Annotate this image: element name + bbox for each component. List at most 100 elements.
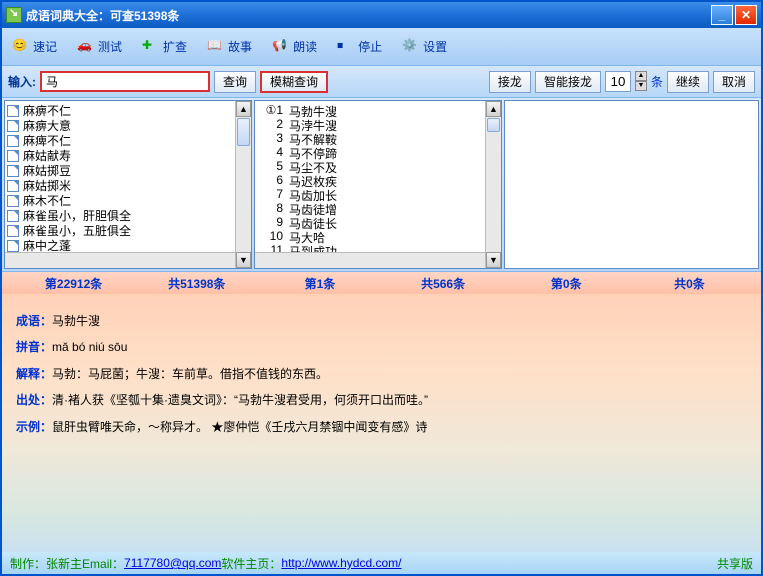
detail-pane: 成语：马勃牛溲 拼音：mǎ bó niú sōu 解释：马勃：马屁菌；牛溲：车前… <box>2 294 761 552</box>
continue-button[interactable]: 继续 <box>667 71 709 93</box>
status-f: 共0条 <box>628 275 751 292</box>
toolbar: 😊速记 🚗测试 ✚扩查 📖故事 📢朗读 ⏹停止 ⚙️设置 <box>2 28 761 66</box>
list-item[interactable]: 麻痹不仁 <box>5 103 251 118</box>
mid-scrollbar[interactable]: ▲▼ <box>485 101 501 268</box>
doc-icon <box>7 120 19 132</box>
mid-hscrollbar[interactable] <box>255 252 485 268</box>
input-bar: 输入: 查询 模糊查询 接龙 智能接龙 ▲▼ 条 继续 取消 <box>2 66 761 98</box>
input-label: 输入: <box>8 73 36 90</box>
list-item-num: 9 <box>259 215 283 229</box>
list-item-num: ①1 <box>259 103 283 117</box>
mid-list[interactable]: ①1 马勃牛溲2马浡牛溲3 马不解鞍4马不停蹄5 马尘不及 6 马迟枚疾 7 马齿加长 8 马齿徒… <box>255 101 501 259</box>
status-b: 共51398条 <box>135 275 258 292</box>
list-item[interactable]: 8 马齿徒增 <box>259 201 497 215</box>
list-item[interactable]: 9 马齿徒长 <box>259 215 497 229</box>
list-item-label: 马齿徒长 <box>289 215 337 229</box>
list-item-label: 马不停蹄 <box>289 145 337 159</box>
doc-icon <box>7 225 19 237</box>
count-spinner[interactable]: ▲▼ <box>635 71 647 92</box>
explain-value: 马勃：马屁菌；牛溲：车前草。借指不值钱的东西。 <box>52 367 328 381</box>
list-item[interactable]: 麻木不仁 <box>5 193 251 208</box>
list-item[interactable]: 7 马齿加长 <box>259 187 497 201</box>
list-item[interactable]: 4马不停蹄 <box>259 145 497 159</box>
toolbar-stop[interactable]: ⏹停止 <box>337 38 382 56</box>
status-d: 共566条 <box>382 275 505 292</box>
list-item[interactable]: ①1 马勃牛溲 <box>259 103 497 117</box>
list-item-label: 马齿徒增 <box>289 201 337 215</box>
list-item[interactable]: 3 马不解鞍 <box>259 131 497 145</box>
right-pane <box>504 100 759 269</box>
toolbar-expand[interactable]: ✚扩查 <box>142 38 187 56</box>
list-item-num: 6 <box>259 173 283 187</box>
doc-icon <box>7 210 19 222</box>
list-item-num: 5 <box>259 159 283 173</box>
list-item-label: 马齿加长 <box>289 187 337 201</box>
list-item[interactable]: 麻雀虽小，五脏俱全 <box>5 223 251 238</box>
list-item-label: 马迟枚疾 <box>289 173 337 187</box>
list-item-num: 3 <box>259 131 283 145</box>
left-scrollbar[interactable]: ▲▼ <box>235 101 251 268</box>
author-label: 制作： <box>10 555 46 572</box>
list-item-label: 马浡牛溲 <box>289 117 337 131</box>
list-item[interactable]: 麻姑掷米 <box>5 178 251 193</box>
idiom-label: 成语： <box>16 314 52 328</box>
doc-icon <box>7 240 19 252</box>
doc-icon <box>7 195 19 207</box>
list-item-label: 马大哈 <box>289 229 325 243</box>
left-list[interactable]: 麻痹不仁麻痹大意麻痺不仁麻姑献寿麻姑掷豆麻姑掷米麻木不仁麻雀虽小，肝胆俱全麻雀虽… <box>5 101 251 269</box>
list-item[interactable]: 麻痹大意 <box>5 118 251 133</box>
list-item[interactable]: 5 马尘不及 <box>259 159 497 173</box>
list-item-label: 马勃牛溲 <box>289 103 337 117</box>
chain-button[interactable]: 接龙 <box>489 71 531 93</box>
fuzzy-query-button[interactable]: 模糊查询 <box>260 71 328 93</box>
list-item[interactable]: 10 马大哈 <box>259 229 497 243</box>
idiom-value: 马勃牛溲 <box>52 314 100 328</box>
mid-pane: ①1 马勃牛溲2马浡牛溲3 马不解鞍4马不停蹄5 马尘不及 6 马迟枚疾 7 马齿加长 8 马齿徒… <box>254 100 502 269</box>
query-button[interactable]: 查询 <box>214 71 256 93</box>
source-label: 出处： <box>16 393 52 407</box>
pinyin-label: 拼音： <box>16 340 52 354</box>
app-icon <box>6 7 22 23</box>
footer: 制作： 张新主 Email： 7117780@qq.com 软件主页： http… <box>2 552 761 574</box>
doc-icon <box>7 135 19 147</box>
toolbar-story[interactable]: 📖故事 <box>207 38 252 56</box>
email-link[interactable]: 7117780@qq.com <box>124 556 221 570</box>
example-label: 示例： <box>16 420 52 434</box>
list-item[interactable]: 2马浡牛溲 <box>259 117 497 131</box>
smart-chain-button[interactable]: 智能接龙 <box>535 71 601 93</box>
list-item-num: 8 <box>259 201 283 215</box>
status-a: 第22912条 <box>12 275 135 292</box>
close-button[interactable]: ✕ <box>735 5 757 25</box>
list-item-label: 马不解鞍 <box>289 131 337 145</box>
count-input[interactable] <box>605 71 631 92</box>
list-item[interactable]: 6 马迟枚疾 <box>259 173 497 187</box>
doc-icon <box>7 150 19 162</box>
explain-label: 解释： <box>16 367 52 381</box>
window-title: 成语词典大全：可查51398条 <box>26 7 711 24</box>
doc-icon <box>7 180 19 192</box>
app-window: 成语词典大全：可查51398条 _ ✕ 😊速记 🚗测试 ✚扩查 📖故事 📢朗读 … <box>0 0 763 576</box>
site-label: 软件主页： <box>221 555 281 572</box>
list-item[interactable]: 麻姑掷豆 <box>5 163 251 178</box>
search-input[interactable] <box>40 71 210 92</box>
list-item-label: 马尘不及 <box>289 159 337 173</box>
list-item[interactable]: 麻姑献寿 <box>5 148 251 163</box>
toolbar-settings[interactable]: ⚙️设置 <box>402 38 447 56</box>
minimize-button[interactable]: _ <box>711 5 733 25</box>
list-item-num: 10 <box>259 229 283 243</box>
cancel-button[interactable]: 取消 <box>713 71 755 93</box>
example-value: 鼠肝虫臂唯天命，～称异才。 ★廖仲恺《壬戌六月禁锢中闻变有感》诗 <box>52 420 427 434</box>
list-item[interactable]: 麻雀虽小，肝胆俱全 <box>5 208 251 223</box>
titlebar[interactable]: 成语词典大全：可查51398条 _ ✕ <box>2 2 761 28</box>
list-item[interactable]: 麻痺不仁 <box>5 133 251 148</box>
status-bar: 第22912条 共51398条 第1条 共566条 第0条 共0条 <box>2 272 761 294</box>
toolbar-quickmem[interactable]: 😊速记 <box>12 38 57 56</box>
site-link[interactable]: http://www.hydcd.com/ <box>281 556 401 570</box>
doc-icon <box>7 105 19 117</box>
doc-icon <box>7 165 19 177</box>
list-item-num: 7 <box>259 187 283 201</box>
toolbar-read[interactable]: 📢朗读 <box>272 38 317 56</box>
toolbar-test[interactable]: 🚗测试 <box>77 38 122 56</box>
left-hscrollbar[interactable] <box>5 252 235 268</box>
list-item[interactable]: 麻中之蓬 <box>5 238 251 253</box>
